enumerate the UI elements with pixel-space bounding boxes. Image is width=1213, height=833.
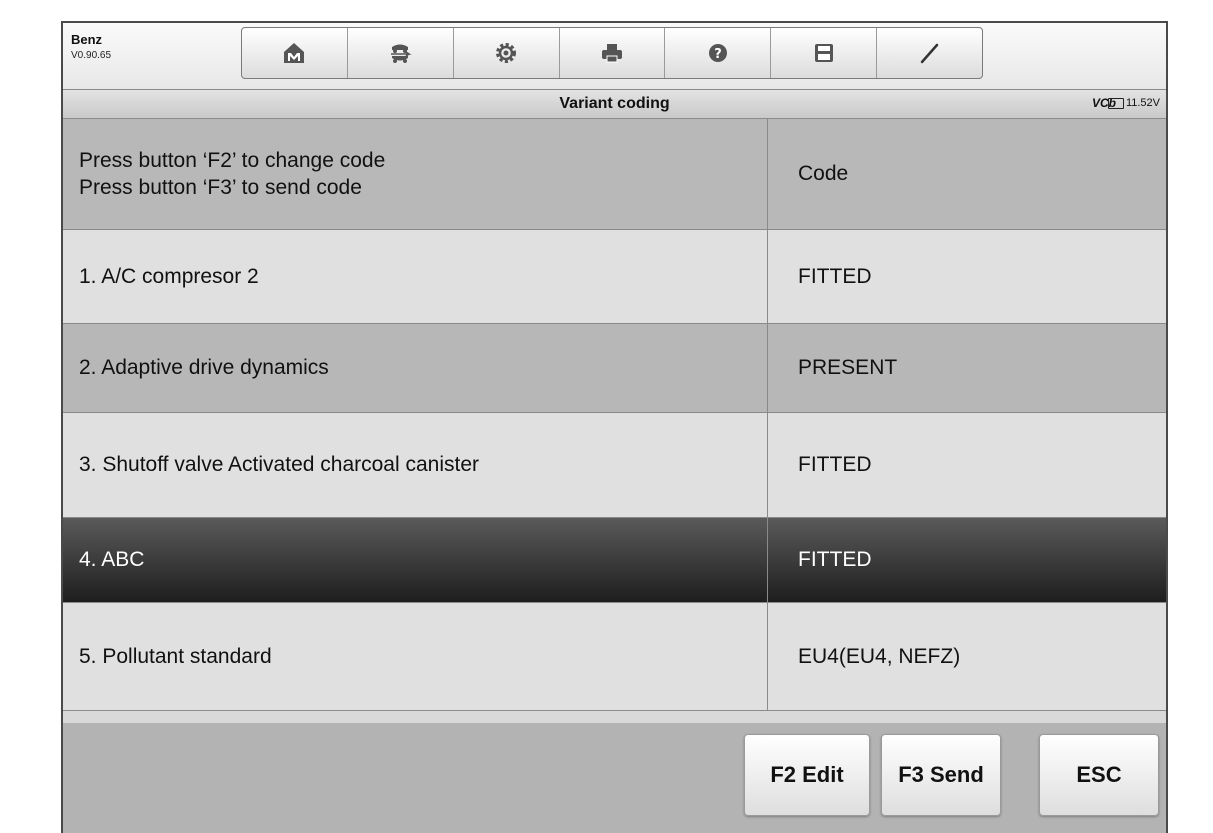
app-window: Benz V0.90.65 ? Variant coding VCb 11.52… <box>61 21 1168 833</box>
instruction-line: Press button ‘F3’ to send code <box>79 176 362 199</box>
help-icon: ? <box>708 44 727 62</box>
page-title: Variant coding <box>559 95 670 112</box>
row-label: 4. ABC <box>63 518 768 602</box>
svg-text:?: ? <box>714 47 722 62</box>
esc-button[interactable]: ESC <box>1039 734 1159 816</box>
row-label: 2. Adaptive drive dynamics <box>63 324 768 412</box>
annotate-button[interactable] <box>877 28 982 78</box>
row-label: 5. Pollutant standard <box>63 603 768 710</box>
battery-icon <box>1107 97 1124 109</box>
f3-send-button[interactable]: F3 Send <box>881 734 1001 816</box>
code-column-header: Code <box>798 162 849 185</box>
instruction-line: Press button ‘F2’ to change code <box>79 149 386 172</box>
row-value: EU4(EU4, NEFZ) <box>798 644 961 668</box>
coding-table: Press button ‘F2’ to change code Press b… <box>63 119 1166 711</box>
table-row[interactable]: 2. Adaptive drive dynamics PRESENT <box>63 324 1166 413</box>
printer-icon <box>602 44 622 63</box>
save-icon <box>814 44 833 62</box>
gear-icon <box>496 43 517 63</box>
battery-status: 11.52V <box>1107 97 1160 109</box>
app-name: Benz <box>71 32 103 47</box>
pen-icon <box>920 43 938 64</box>
home-icon <box>284 43 305 63</box>
print-button[interactable] <box>560 28 666 78</box>
app-version: V0.90.65 <box>71 50 112 61</box>
row-value: PRESENT <box>798 356 898 379</box>
row-label: 1. A/C compresor 2 <box>63 230 768 323</box>
help-button[interactable]: ? <box>665 28 772 78</box>
save-button[interactable] <box>771 28 878 78</box>
instructions-cell: Press button ‘F2’ to change code Press b… <box>63 119 768 229</box>
home-button[interactable] <box>242 28 348 78</box>
vehicle-swap-button[interactable] <box>348 28 454 78</box>
row-value: FITTED <box>798 453 872 476</box>
table-row[interactable]: 5. Pollutant standard EU4(EU4, NEFZ) <box>63 603 1166 711</box>
row-value: FITTED <box>798 548 872 571</box>
toolbar-button-group: ? <box>241 27 983 79</box>
battery-voltage: 11.52V <box>1125 97 1160 109</box>
vehicle-swap-icon <box>391 44 412 63</box>
row-value: FITTED <box>798 264 872 288</box>
top-toolbar: Benz V0.90.65 ? <box>63 23 1166 90</box>
table-row[interactable]: 1. A/C compresor 2 FITTED <box>63 230 1166 324</box>
table-row-selected[interactable]: 4. ABC FITTED <box>63 518 1166 603</box>
settings-button[interactable] <box>454 28 560 78</box>
table-header: Press button ‘F2’ to change code Press b… <box>63 119 1166 230</box>
function-key-bar: F2 Edit F3 Send ESC <box>63 723 1166 833</box>
f2-edit-button[interactable]: F2 Edit <box>744 734 870 816</box>
table-row[interactable]: 3. Shutoff valve Activated charcoal cani… <box>63 413 1166 518</box>
row-label: 3. Shutoff valve Activated charcoal cani… <box>63 413 768 517</box>
title-bar: Variant coding VCb 11.52V <box>63 90 1166 119</box>
